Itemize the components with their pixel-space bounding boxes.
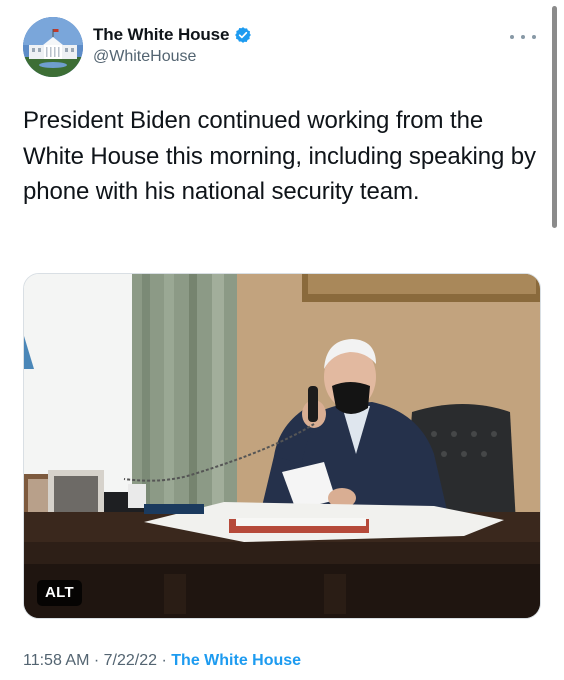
alt-text-button[interactable]: ALT — [37, 580, 82, 606]
verified-badge-icon — [235, 27, 252, 43]
author-names: The White House @WhiteHouse — [93, 24, 252, 66]
meta-separator: · — [93, 652, 100, 669]
display-name-row: The White House — [93, 24, 252, 46]
tweet-photo[interactable]: ALT — [23, 273, 541, 619]
tweet-text: President Biden continued working from t… — [23, 107, 536, 205]
tweet-source-link[interactable]: The White House — [171, 652, 301, 669]
white-house-avatar-icon — [23, 17, 83, 77]
tweet-time[interactable]: 11:58 AM — [23, 652, 89, 669]
more-options-icon[interactable] — [510, 29, 536, 45]
author-handle[interactable]: @WhiteHouse — [93, 48, 252, 66]
tweet-metadata: 11:58 AM · 7/22/22 · The White House — [23, 652, 301, 670]
avatar[interactable] — [23, 17, 83, 77]
display-name[interactable]: The White House — [93, 25, 230, 45]
tweet-header: The White House @WhiteHouse — [23, 17, 543, 79]
page-scrollbar[interactable] — [552, 6, 557, 228]
meta-separator: · — [161, 652, 167, 669]
photo-biden-at-desk — [24, 274, 540, 618]
tweet-date[interactable]: 7/22/22 — [104, 652, 157, 669]
